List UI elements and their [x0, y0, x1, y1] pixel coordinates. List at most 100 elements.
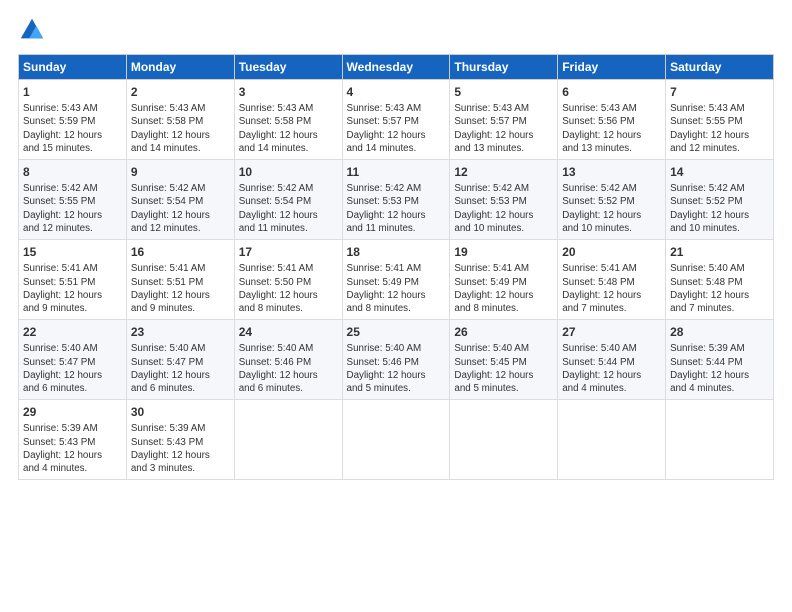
day-number: 3: [239, 84, 338, 100]
calendar-cell: 19Sunrise: 5:41 AM Sunset: 5:49 PM Dayli…: [450, 240, 558, 320]
header-cell-saturday: Saturday: [666, 55, 774, 80]
calendar-cell: 4Sunrise: 5:43 AM Sunset: 5:57 PM Daylig…: [342, 80, 450, 160]
week-row-1: 1 Sunrise: 5:43 AM Sunset: 5:59 PM Daylig…: [19, 80, 774, 160]
day-number: 23: [131, 324, 230, 340]
day-number: 17: [239, 244, 338, 260]
calendar-cell: 11 Sunrise: 5:42 AM Sunset: 5:53 PM Dayli…: [342, 160, 450, 240]
day-info: Sunrise: 5:40 AM Sunset: 5:46 PM Dayligh…: [347, 342, 446, 395]
day-number: 8: [23, 164, 122, 180]
day-number: 6: [562, 84, 661, 100]
week-row-3: 15 Sunrise: 5:41 AM Sunset: 5:51 PM Dayli…: [19, 240, 774, 320]
calendar-cell: 26 Sunrise: 5:40 AM Sunset: 5:45 PM Dayli…: [450, 320, 558, 400]
day-number: 7: [670, 84, 769, 100]
calendar-cell: [666, 400, 774, 480]
logo: [18, 16, 50, 44]
calendar-cell: 22 Sunrise: 5:40 AM Sunset: 5:47 PM Dayli…: [19, 320, 127, 400]
header-row: SundayMondayTuesdayWednesdayThursdayFrid…: [19, 55, 774, 80]
day-info: Sunrise: 5:39 AM Sunset: 5:43 PM Dayligh…: [23, 422, 122, 475]
day-info: Sunrise: 5:43 AM Sunset: 5:59 PM Dayligh…: [23, 102, 122, 155]
calendar-cell: 24 Sunrise: 5:40 AM Sunset: 5:46 PM Dayli…: [234, 320, 342, 400]
day-number: 21: [670, 244, 769, 260]
calendar-cell: 2 Sunrise: 5:43 AM Sunset: 5:58 PM Daylig…: [126, 80, 234, 160]
week-row-4: 22 Sunrise: 5:40 AM Sunset: 5:47 PM Dayli…: [19, 320, 774, 400]
calendar-cell: 1 Sunrise: 5:43 AM Sunset: 5:59 PM Daylig…: [19, 80, 127, 160]
day-info: Sunrise: 5:42 AM Sunset: 5:54 PM Dayligh…: [131, 182, 230, 235]
day-info: Sunrise: 5:39 AM Sunset: 5:44 PM Dayligh…: [670, 342, 769, 395]
day-number: 2: [131, 84, 230, 100]
logo-icon: [18, 16, 46, 44]
day-info: Sunrise: 5:40 AM Sunset: 5:47 PM Dayligh…: [23, 342, 122, 395]
day-info: Sunrise: 5:42 AM Sunset: 5:53 PM Dayligh…: [454, 182, 553, 235]
calendar-cell: 23 Sunrise: 5:40 AM Sunset: 5:47 PM Dayli…: [126, 320, 234, 400]
day-number: 22: [23, 324, 122, 340]
day-number: 16: [131, 244, 230, 260]
calendar-cell: [450, 400, 558, 480]
day-number: 18: [347, 244, 446, 260]
day-info: Sunrise: 5:43 AM Sunset: 5:58 PM Dayligh…: [131, 102, 230, 155]
day-info: Sunrise: 5:43 AM Sunset: 5:58 PM Dayligh…: [239, 102, 338, 155]
day-info: Sunrise: 5:41 AM Sunset: 5:48 PM Dayligh…: [562, 262, 661, 315]
calendar-cell: 27 Sunrise: 5:40 AM Sunset: 5:44 PM Dayli…: [558, 320, 666, 400]
day-info: Sunrise: 5:41 AM Sunset: 5:50 PM Dayligh…: [239, 262, 338, 315]
calendar-cell: 5Sunrise: 5:43 AM Sunset: 5:57 PM Daylig…: [450, 80, 558, 160]
header-cell-wednesday: Wednesday: [342, 55, 450, 80]
calendar-cell: 18 Sunrise: 5:41 AM Sunset: 5:49 PM Dayli…: [342, 240, 450, 320]
calendar-table: SundayMondayTuesdayWednesdayThursdayFrid…: [18, 54, 774, 480]
calendar-cell: 7 Sunrise: 5:43 AM Sunset: 5:55 PM Daylig…: [666, 80, 774, 160]
week-row-2: 8 Sunrise: 5:42 AM Sunset: 5:55 PM Daylig…: [19, 160, 774, 240]
calendar-cell: 9 Sunrise: 5:42 AM Sunset: 5:54 PM Daylig…: [126, 160, 234, 240]
day-info: Sunrise: 5:43 AM Sunset: 5:56 PM Dayligh…: [562, 102, 661, 155]
header: [18, 16, 774, 44]
day-info: Sunrise: 5:42 AM Sunset: 5:53 PM Dayligh…: [347, 182, 446, 235]
day-info: Sunrise: 5:42 AM Sunset: 5:52 PM Dayligh…: [670, 182, 769, 235]
day-number: 11: [347, 164, 446, 180]
day-number: 10: [239, 164, 338, 180]
day-info: Sunrise: 5:42 AM Sunset: 5:55 PM Dayligh…: [23, 182, 122, 235]
calendar-cell: 12 Sunrise: 5:42 AM Sunset: 5:53 PM Dayli…: [450, 160, 558, 240]
day-info: Sunrise: 5:40 AM Sunset: 5:44 PM Dayligh…: [562, 342, 661, 395]
day-info: Sunrise: 5:43 AM Sunset: 5:55 PM Dayligh…: [670, 102, 769, 155]
day-info: Sunrise: 5:42 AM Sunset: 5:52 PM Dayligh…: [562, 182, 661, 235]
day-number: 24: [239, 324, 338, 340]
day-info: Sunrise: 5:39 AM Sunset: 5:43 PM Dayligh…: [131, 422, 230, 475]
day-number: 15: [23, 244, 122, 260]
day-info: Sunrise: 5:41 AM Sunset: 5:51 PM Dayligh…: [23, 262, 122, 315]
calendar-cell: 17 Sunrise: 5:41 AM Sunset: 5:50 PM Dayli…: [234, 240, 342, 320]
day-number: 30: [131, 404, 230, 420]
day-number: 5: [454, 84, 553, 100]
day-info: Sunrise: 5:41 AM Sunset: 5:51 PM Dayligh…: [131, 262, 230, 315]
day-number: 28: [670, 324, 769, 340]
calendar-cell: 29 Sunrise: 5:39 AM Sunset: 5:43 PM Dayli…: [19, 400, 127, 480]
calendar-cell: 30 Sunrise: 5:39 AM Sunset: 5:43 PM Dayli…: [126, 400, 234, 480]
calendar-cell: 8 Sunrise: 5:42 AM Sunset: 5:55 PM Daylig…: [19, 160, 127, 240]
calendar-cell: [342, 400, 450, 480]
day-number: 26: [454, 324, 553, 340]
calendar-cell: 6 Sunrise: 5:43 AM Sunset: 5:56 PM Daylig…: [558, 80, 666, 160]
week-row-5: 29 Sunrise: 5:39 AM Sunset: 5:43 PM Dayli…: [19, 400, 774, 480]
calendar-cell: 21Sunrise: 5:40 AM Sunset: 5:48 PM Dayli…: [666, 240, 774, 320]
calendar-cell: 14Sunrise: 5:42 AM Sunset: 5:52 PM Dayli…: [666, 160, 774, 240]
day-info: Sunrise: 5:40 AM Sunset: 5:47 PM Dayligh…: [131, 342, 230, 395]
page: SundayMondayTuesdayWednesdayThursdayFrid…: [0, 0, 792, 612]
day-number: 25: [347, 324, 446, 340]
day-number: 12: [454, 164, 553, 180]
calendar-cell: 13 Sunrise: 5:42 AM Sunset: 5:52 PM Dayli…: [558, 160, 666, 240]
header-cell-tuesday: Tuesday: [234, 55, 342, 80]
day-number: 29: [23, 404, 122, 420]
calendar-cell: 15 Sunrise: 5:41 AM Sunset: 5:51 PM Dayli…: [19, 240, 127, 320]
calendar-cell: 28 Sunrise: 5:39 AM Sunset: 5:44 PM Dayli…: [666, 320, 774, 400]
day-info: Sunrise: 5:40 AM Sunset: 5:45 PM Dayligh…: [454, 342, 553, 395]
calendar-cell: [234, 400, 342, 480]
day-info: Sunrise: 5:42 AM Sunset: 5:54 PM Dayligh…: [239, 182, 338, 235]
day-number: 19: [454, 244, 553, 260]
day-number: 9: [131, 164, 230, 180]
header-cell-friday: Friday: [558, 55, 666, 80]
day-info: Sunrise: 5:41 AM Sunset: 5:49 PM Dayligh…: [347, 262, 446, 315]
calendar-cell: [558, 400, 666, 480]
day-info: Sunrise: 5:40 AM Sunset: 5:46 PM Dayligh…: [239, 342, 338, 395]
calendar-cell: 16 Sunrise: 5:41 AM Sunset: 5:51 PM Dayli…: [126, 240, 234, 320]
day-info: Sunrise: 5:43 AM Sunset: 5:57 PM Dayligh…: [347, 102, 446, 155]
day-number: 13: [562, 164, 661, 180]
day-number: 27: [562, 324, 661, 340]
day-number: 1: [23, 84, 122, 100]
